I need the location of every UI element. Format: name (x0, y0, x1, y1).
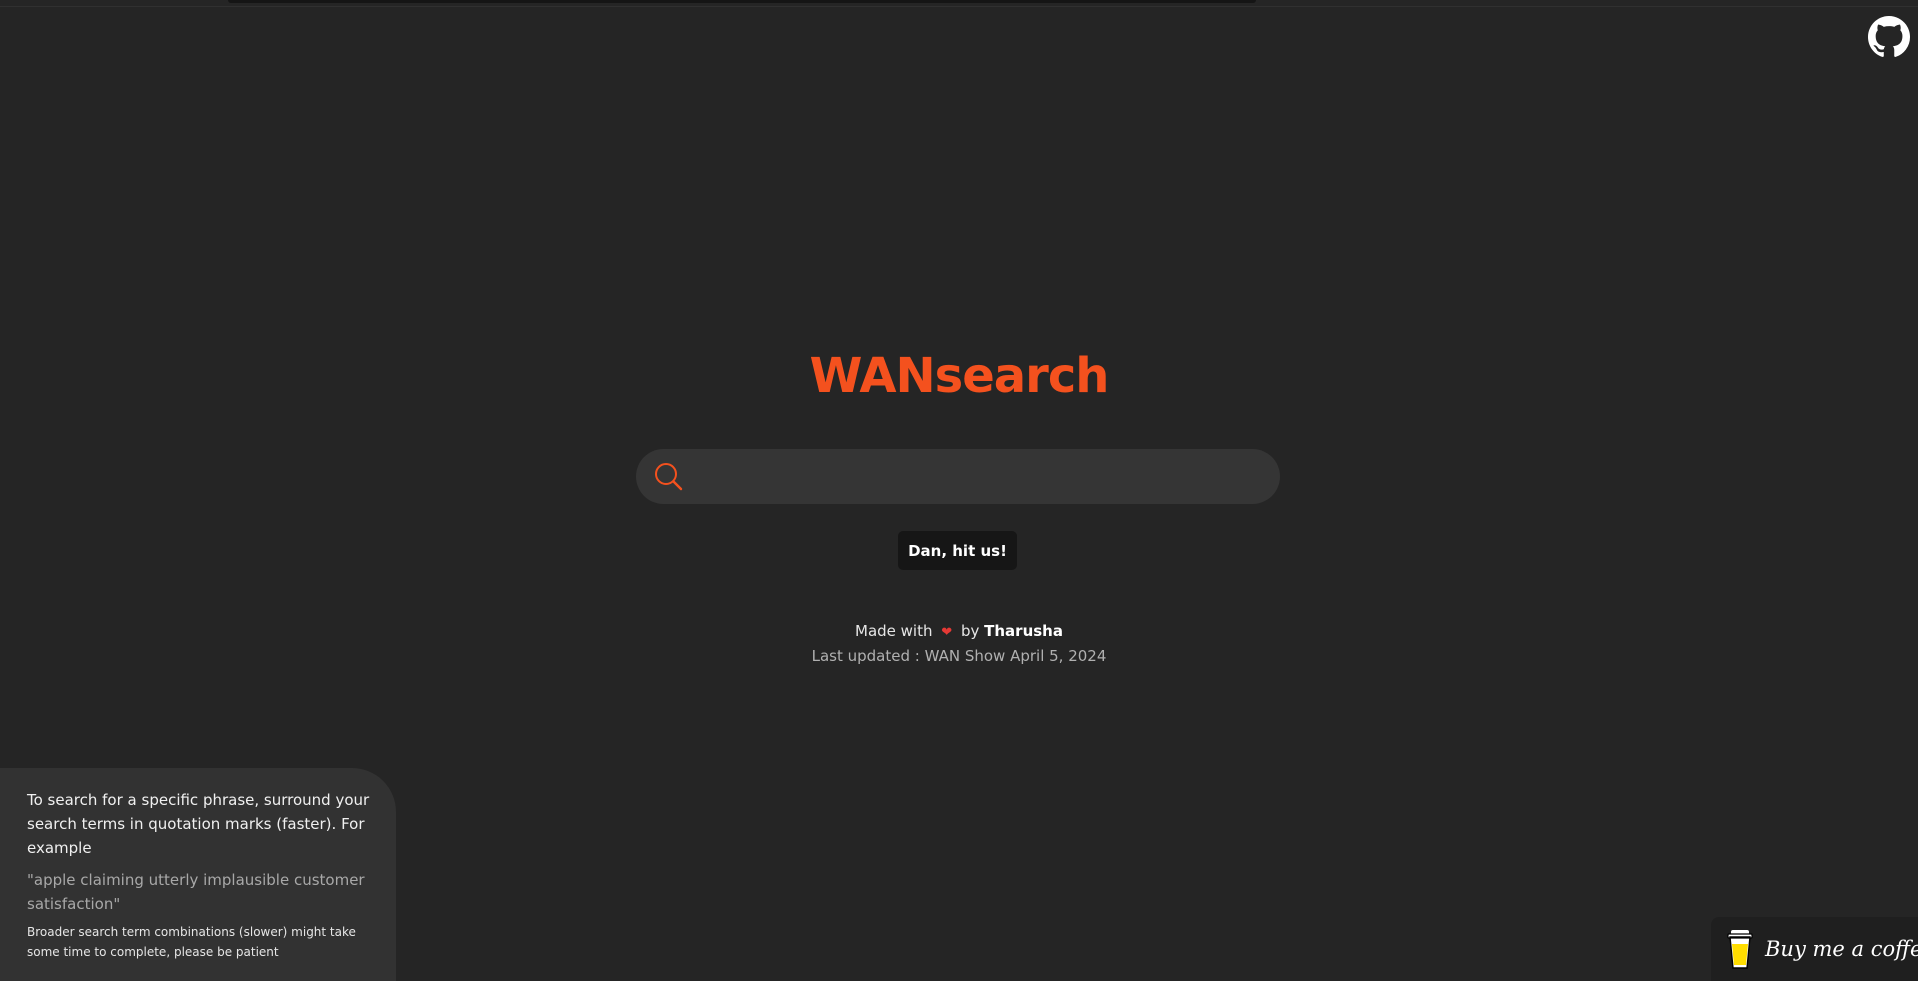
tip-example-text: "apple claiming utterly implausible cust… (27, 871, 365, 913)
buy-me-a-coffee-button[interactable]: Buy me a coffee (1711, 917, 1918, 981)
page: WANsearch Dan, hit us! Made with ❤ by Th… (0, 0, 1918, 981)
top-divider (0, 6, 1918, 7)
author-link[interactable]: Tharusha (984, 622, 1063, 640)
search-bar[interactable] (636, 449, 1280, 504)
tip-main-text: To search for a specific phrase, surroun… (27, 791, 370, 857)
made-with-text: Made with (855, 622, 933, 640)
github-icon (1868, 16, 1910, 57)
heart-icon: ❤ (941, 625, 953, 640)
search-input[interactable] (686, 449, 1280, 504)
search-tips-panel: To search for a specific phrase, surroun… (0, 768, 396, 981)
search-icon (655, 462, 683, 490)
coffee-cup-icon (1727, 930, 1753, 969)
last-updated-text: Last updated : WAN Show April 5, 2024 (811, 647, 1107, 665)
dan-hit-us-button[interactable]: Dan, hit us! (898, 531, 1017, 570)
credits-line: Made with ❤ by Tharusha (0, 622, 1918, 640)
github-link[interactable] (1868, 16, 1910, 58)
top-strip (228, 0, 1256, 3)
buy-me-a-coffee-label: Buy me a coffee (1765, 937, 1918, 961)
site-title: WANsearch (809, 348, 1110, 404)
by-text: by (960, 622, 980, 640)
tip-note-text: Broader search term combinations (slower… (27, 925, 356, 959)
